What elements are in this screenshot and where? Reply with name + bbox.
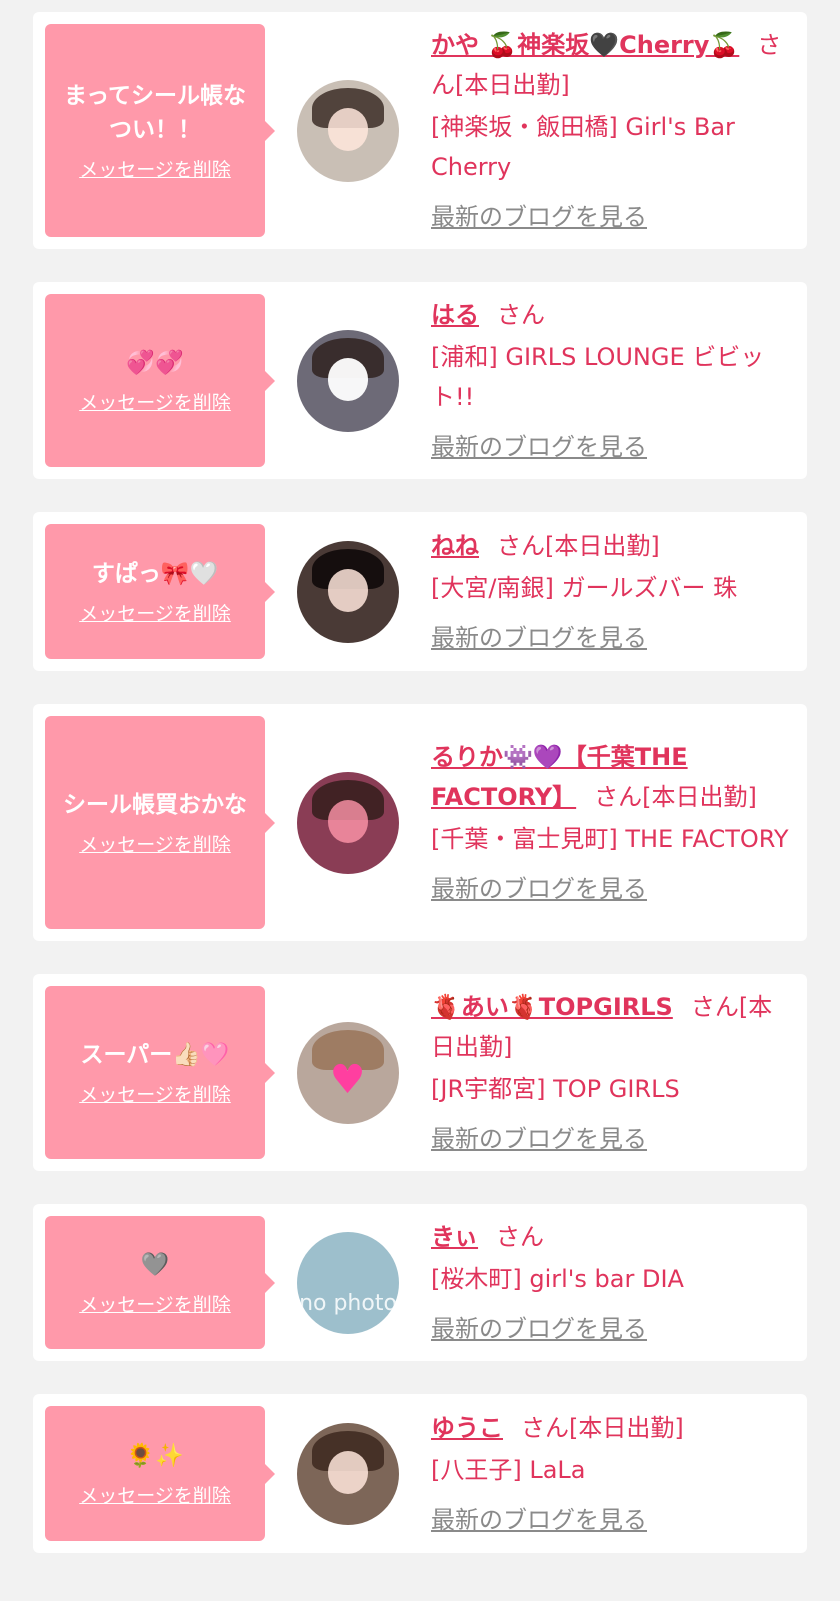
girl-status: さん[本日出勤] (497, 531, 660, 560)
avatar[interactable] (297, 1422, 399, 1525)
latest-blog-link[interactable]: 最新のブログを見る (431, 197, 647, 237)
message-bubble: シール帳買おかな メッセージを削除 (45, 716, 275, 929)
shop-name: [桜木町] girl's bar DIA (431, 1264, 684, 1293)
message-bubble: 🩶 メッセージを削除 (45, 1216, 275, 1349)
message-card: 🩶 メッセージを削除 no photo きぃ さん [桜木町] girl's ba… (33, 1204, 807, 1361)
message-bubble: すぱっ🎀🤍 メッセージを削除 (45, 524, 275, 659)
avatar[interactable] (297, 329, 399, 432)
avatar-face (327, 358, 369, 401)
girl-info: はる さん [浦和] GIRLS LOUNGE ビビット!! 最新のブログを見る (431, 295, 795, 467)
message-text: まってシール帳なつい！！ (64, 83, 246, 143)
shop-name: [浦和] GIRLS LOUNGE ビビット!! (431, 342, 765, 411)
delete-message-link[interactable]: メッセージを削除 (79, 388, 231, 415)
latest-blog-link[interactable]: 最新のブログを見る (431, 869, 647, 909)
girl-status: さん (497, 300, 545, 329)
message-card-list: まってシール帳なつい！！ メッセージを削除 かや 🍒神楽坂🖤Cherry🍒 さん[… (33, 12, 807, 1553)
girl-name-link[interactable]: 🫀あい🫀TOPGIRLS (431, 993, 673, 1021)
girl-status: さん[本日出勤] (594, 782, 757, 811)
message-card: 🌻✨ メッセージを削除 ゆうこ さん[本日出勤] [八王子] LaLa 最新のブロ… (33, 1394, 807, 1553)
girl-info: 🫀あい🫀TOPGIRLS さん[本日出勤] [JR宇都宮] TOP GIRLS 最… (431, 987, 795, 1159)
avatar[interactable] (297, 540, 399, 643)
girl-status: さん[本日出勤] (521, 1413, 684, 1442)
message-text: 🩶 (140, 1252, 170, 1278)
message-bubble: 🌻✨ メッセージを削除 (45, 1406, 275, 1541)
message-bubble: 💞💞 メッセージを削除 (45, 294, 275, 467)
message-text: 🌻✨ (126, 1443, 184, 1469)
latest-blog-link[interactable]: 最新のブログを見る (431, 1309, 647, 1349)
avatar[interactable]: ♥ (297, 1021, 399, 1124)
delete-message-link[interactable]: メッセージを削除 (79, 1080, 231, 1107)
message-card: すぱっ🎀🤍 メッセージを削除 ねね さん[本日出勤] [大宮/南銀] ガールズバー… (33, 512, 807, 671)
delete-message-link[interactable]: メッセージを削除 (79, 830, 231, 857)
message-text: シール帳買おかな (63, 792, 247, 818)
no-photo-avatar[interactable]: no photo (297, 1231, 399, 1334)
avatar-face (327, 108, 369, 151)
shop-name: [八王子] LaLa (431, 1455, 586, 1484)
message-card: 💞💞 メッセージを削除 はる さん [浦和] GIRLS LOUNGE ビビット!… (33, 282, 807, 479)
latest-blog-link[interactable]: 最新のブログを見る (431, 1500, 647, 1540)
shop-name: [JR宇都宮] TOP GIRLS (431, 1074, 680, 1103)
no-photo-text: no photo (299, 1290, 397, 1316)
girl-info: きぃ さん [桜木町] girl's bar DIA 最新のブログを見る (431, 1217, 795, 1349)
message-card: スーパー👍🏻🩷 メッセージを削除 ♥ 🫀あい🫀TOPGIRLS さん[本日出勤] … (33, 974, 807, 1171)
latest-blog-link[interactable]: 最新のブログを見る (431, 618, 647, 658)
avatar-face (327, 1451, 369, 1494)
avatar[interactable] (297, 771, 399, 874)
girl-info: かや 🍒神楽坂🖤Cherry🍒 さん[本日出勤] [神楽坂・飯田橋] Girl's… (431, 25, 795, 237)
message-bubble: まってシール帳なつい！！ メッセージを削除 (45, 24, 275, 237)
girl-name-link[interactable]: きぃ (431, 1223, 478, 1251)
delete-message-link[interactable]: メッセージを削除 (79, 155, 231, 182)
delete-message-link[interactable]: メッセージを削除 (79, 1290, 231, 1317)
girl-info: るりか👾💜【千葉THE FACTORY】 さん[本日出勤] [千葉・富士見町] T… (431, 737, 795, 909)
message-card: シール帳買おかな メッセージを削除 るりか👾💜【千葉THE FACTORY】 さん… (33, 704, 807, 941)
girl-name-link[interactable]: はる (431, 301, 479, 329)
girl-name-link[interactable]: ねね (431, 532, 479, 560)
shop-name: [神楽坂・飯田橋] Girl's Bar Cherry (431, 112, 735, 181)
message-card: まってシール帳なつい！！ メッセージを削除 かや 🍒神楽坂🖤Cherry🍒 さん[… (33, 12, 807, 249)
delete-message-link[interactable]: メッセージを削除 (79, 599, 231, 626)
message-text: すぱっ🎀🤍 (91, 561, 219, 587)
message-text: 💞💞 (126, 350, 184, 376)
shop-name: [大宮/南銀] ガールズバー 珠 (431, 573, 738, 602)
girl-status: さん (496, 1222, 545, 1251)
avatar-face (327, 800, 369, 843)
girl-name-link[interactable]: かや 🍒神楽坂🖤Cherry🍒 (431, 31, 739, 59)
delete-message-link[interactable]: メッセージを削除 (79, 1481, 231, 1508)
latest-blog-link[interactable]: 最新のブログを見る (431, 1119, 647, 1159)
avatar-face (327, 569, 369, 612)
avatar[interactable] (297, 79, 399, 182)
girl-name-link[interactable]: ゆうこ (431, 1414, 503, 1442)
girl-info: ねね さん[本日出勤] [大宮/南銀] ガールズバー 珠 最新のブログを見る (431, 526, 795, 658)
latest-blog-link[interactable]: 最新のブログを見る (431, 427, 647, 467)
girl-info: ゆうこ さん[本日出勤] [八王子] LaLa 最新のブログを見る (431, 1408, 795, 1540)
message-text: スーパー👍🏻🩷 (80, 1042, 230, 1068)
message-bubble: スーパー👍🏻🩷 メッセージを削除 (45, 986, 275, 1159)
heart-icon: ♥ (329, 1057, 366, 1104)
shop-name: [千葉・富士見町] THE FACTORY (431, 824, 789, 853)
